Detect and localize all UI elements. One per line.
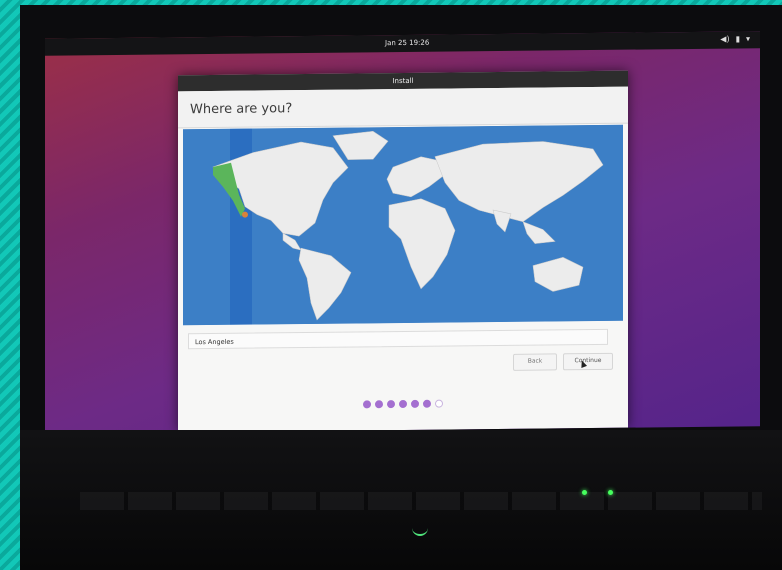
location-input[interactable]: Los Angeles — [188, 328, 608, 350]
status-led — [608, 490, 613, 495]
page-title: Where are you? — [190, 100, 293, 117]
volume-icon[interactable]: ◀) — [720, 35, 729, 44]
progress-dots — [363, 399, 443, 409]
installer-window: Install Where are you? Los Angeles Back … — [178, 70, 628, 433]
progress-dot — [435, 399, 443, 408]
timezone-map[interactable] — [183, 124, 623, 326]
battery-icon[interactable]: ▮ — [736, 34, 740, 43]
progress-dot — [363, 400, 371, 409]
progress-dot — [411, 399, 419, 408]
status-led — [582, 490, 587, 495]
system-tray[interactable]: ◀) ▮ ▾ — [720, 34, 750, 43]
page-header: Where are you? — [178, 86, 628, 129]
progress-dot — [387, 400, 395, 409]
back-button[interactable]: Back — [513, 353, 557, 371]
laptop: Jan 25 19:26 ◀) ▮ ▾ Install Where are yo… — [20, 5, 782, 570]
keyboard — [80, 492, 762, 510]
continue-button[interactable]: Continue — [563, 352, 613, 371]
chevron-down-icon[interactable]: ▾ — [746, 34, 750, 43]
progress-dot — [399, 399, 407, 409]
top-bar: Jan 25 19:26 ◀) ▮ ▾ — [45, 31, 760, 56]
progress-dot — [375, 400, 383, 409]
progress-dot — [423, 399, 431, 408]
laptop-base — [20, 430, 782, 570]
clock[interactable]: Jan 25 19:26 — [385, 39, 429, 47]
screen: Jan 25 19:26 ◀) ▮ ▾ Install Where are yo… — [45, 31, 760, 434]
